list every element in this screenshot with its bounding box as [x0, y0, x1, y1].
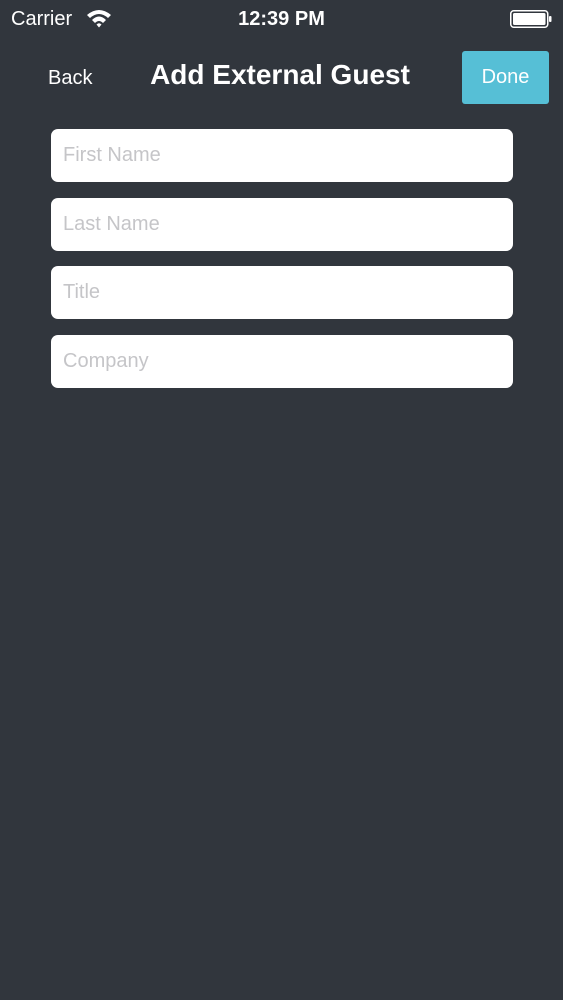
guest-form — [51, 129, 513, 403]
first-name-input[interactable] — [51, 129, 513, 182]
done-button[interactable]: Done — [462, 51, 549, 104]
status-bar: Carrier 12:39 PM — [0, 0, 563, 38]
navigation-bar: Back Add External Guest Done — [0, 48, 563, 108]
status-time: 12:39 PM — [238, 8, 325, 30]
company-input[interactable] — [51, 334, 513, 388]
battery-icon — [510, 10, 552, 28]
last-name-input[interactable] — [51, 197, 513, 251]
title-input[interactable] — [51, 266, 513, 319]
